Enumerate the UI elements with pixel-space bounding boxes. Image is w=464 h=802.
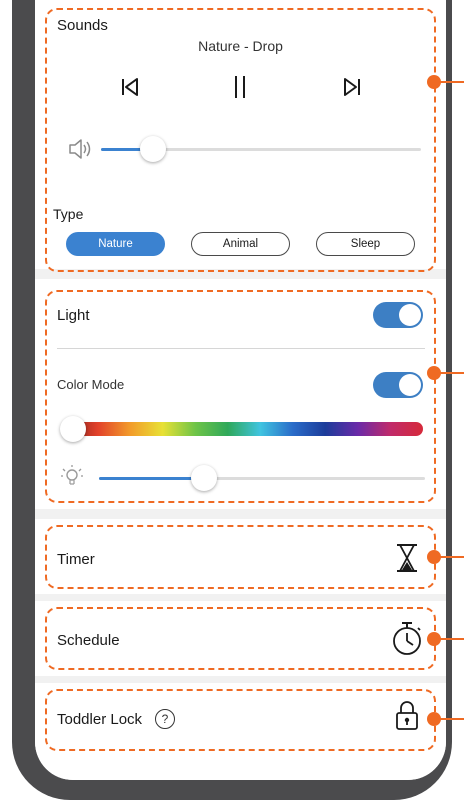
schedule-callout-box: [45, 607, 436, 670]
toddler-lock-callout-line: [438, 718, 464, 720]
sounds-callout-line: [438, 81, 464, 83]
timer-callout-line: [438, 556, 464, 558]
sounds-callout-box: [45, 8, 436, 272]
schedule-callout-line: [438, 638, 464, 640]
toddler-lock-callout-box: [45, 689, 436, 751]
light-callout-line: [438, 372, 464, 374]
timer-callout-box: [45, 525, 436, 589]
light-callout-box: [45, 290, 436, 503]
